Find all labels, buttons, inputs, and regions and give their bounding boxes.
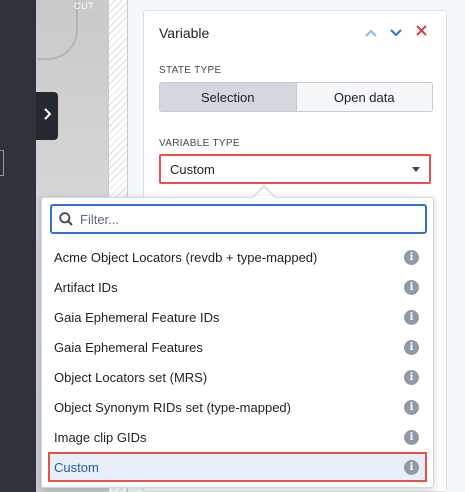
remove-variable-button[interactable] [412,23,430,41]
filter-box [50,204,427,234]
option-label: Image clip GIDs [54,429,147,445]
option-label: Artifact IDs [54,279,118,295]
state-type-toggle: Selection Open data [159,82,433,112]
info-icon[interactable]: i [404,400,419,415]
search-icon [59,212,73,226]
filter-input[interactable] [80,211,425,227]
state-type-label: STATE TYPE [159,65,222,76]
variable-type-select[interactable]: Custom [159,154,431,184]
option-item[interactable]: Artifact IDs i [42,272,433,302]
option-label: Object Synonym RIDs set (type-mapped) [54,399,291,415]
sidebar-marker [0,150,4,176]
chevron-down-icon [390,24,402,40]
option-item[interactable]: Object Synonym RIDs set (type-mapped) i [42,392,433,422]
app-sidebar [0,0,36,492]
option-list: Acme Object Locators (revdb + type-mappe… [42,242,433,482]
chevron-right-icon [42,107,52,125]
info-icon[interactable]: i [404,430,419,445]
collapse-sidebar-button[interactable] [36,92,58,140]
close-icon [415,23,427,41]
move-up-button[interactable] [362,23,380,41]
option-item[interactable]: Gaia Ephemeral Features i [42,332,433,362]
panel-title: Variable [159,25,210,41]
map-place-label: CUT [74,1,94,11]
variable-type-dropdown: Acme Object Locators (revdb + type-mappe… [41,197,434,488]
info-icon[interactable]: i [404,280,419,295]
option-item-selected[interactable]: Custom i [48,452,427,482]
option-label: Gaia Ephemeral Features [54,339,203,355]
info-icon[interactable]: i [404,460,419,475]
option-item[interactable]: Image clip GIDs i [42,422,433,452]
caret-down-icon [412,167,420,172]
state-type-open-data-button[interactable]: Open data [296,83,432,111]
option-item[interactable]: Acme Object Locators (revdb + type-mappe… [42,242,433,272]
variable-type-value: Custom [170,161,215,177]
info-icon[interactable]: i [404,310,419,325]
popover-arrow-fill [253,187,275,198]
option-label: Acme Object Locators (revdb + type-mappe… [54,249,318,265]
option-item[interactable]: Gaia Ephemeral Feature IDs i [42,302,433,332]
option-label: Custom [54,459,99,475]
chevron-up-icon [365,24,377,40]
info-icon[interactable]: i [404,370,419,385]
info-icon[interactable]: i [404,340,419,355]
option-label: Gaia Ephemeral Feature IDs [54,309,220,325]
variable-type-label: VARIABLE TYPE [159,138,240,149]
option-label: Object Locators set (MRS) [54,369,208,385]
option-item[interactable]: Object Locators set (MRS) i [42,362,433,392]
move-down-button[interactable] [387,23,405,41]
info-icon[interactable]: i [404,250,419,265]
state-type-selection-button[interactable]: Selection [160,83,297,111]
